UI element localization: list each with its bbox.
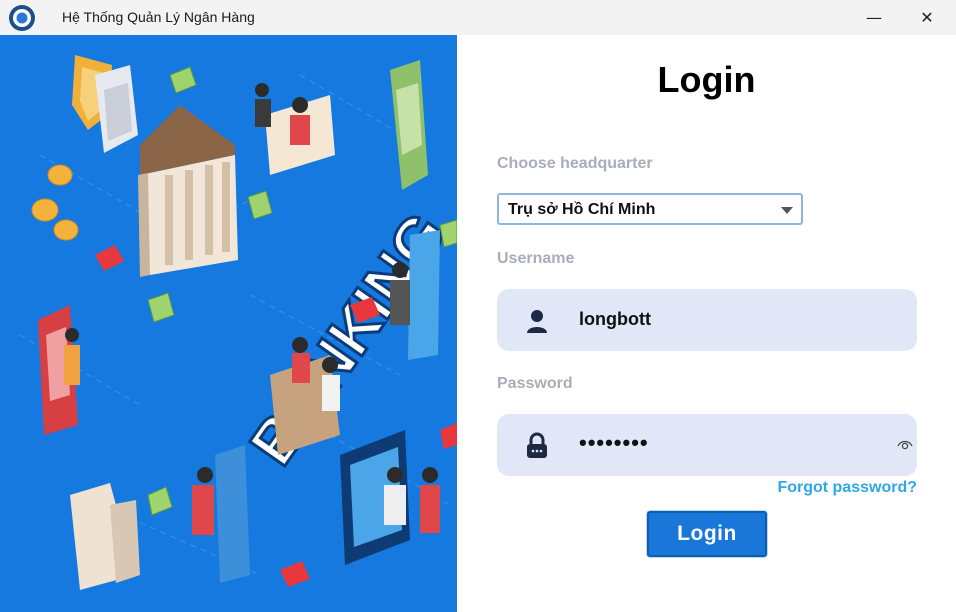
banking-illustration: BANKING xyxy=(0,35,457,612)
app-logo-icon xyxy=(9,5,35,31)
window-title: Hệ Thống Quản Lý Ngân Hàng xyxy=(62,9,255,25)
close-button[interactable]: ✕ xyxy=(904,0,950,35)
headquarter-label: Choose headquarter xyxy=(497,155,653,172)
forgot-password-link[interactable]: Forgot password? xyxy=(777,479,917,497)
headquarter-selected-value: Trụ sở Hồ Chí Minh xyxy=(508,201,656,218)
password-value: •••••••• xyxy=(579,430,649,455)
login-heading: Login xyxy=(657,59,756,100)
illustration-art: BANKING xyxy=(0,35,457,612)
minimize-button[interactable]: — xyxy=(851,0,897,35)
title-bar: Hệ Thống Quản Lý Ngân Hàng — ✕ xyxy=(0,0,956,35)
login-panel: Login Choose headquarter Trụ sở Hồ Chí M… xyxy=(457,35,956,612)
username-field[interactable]: longbott xyxy=(497,289,917,351)
lock-icon xyxy=(527,432,547,458)
login-button[interactable]: Login xyxy=(647,511,767,557)
eye-icon[interactable] xyxy=(897,438,913,452)
password-label: Password xyxy=(497,375,573,392)
user-icon xyxy=(527,310,547,333)
password-field[interactable]: •••••••• xyxy=(497,414,917,476)
username-label: Username xyxy=(497,250,575,267)
username-value: longbott xyxy=(579,309,651,329)
chevron-down-icon xyxy=(781,207,793,214)
headquarter-select[interactable]: Trụ sở Hồ Chí Minh xyxy=(497,193,803,225)
